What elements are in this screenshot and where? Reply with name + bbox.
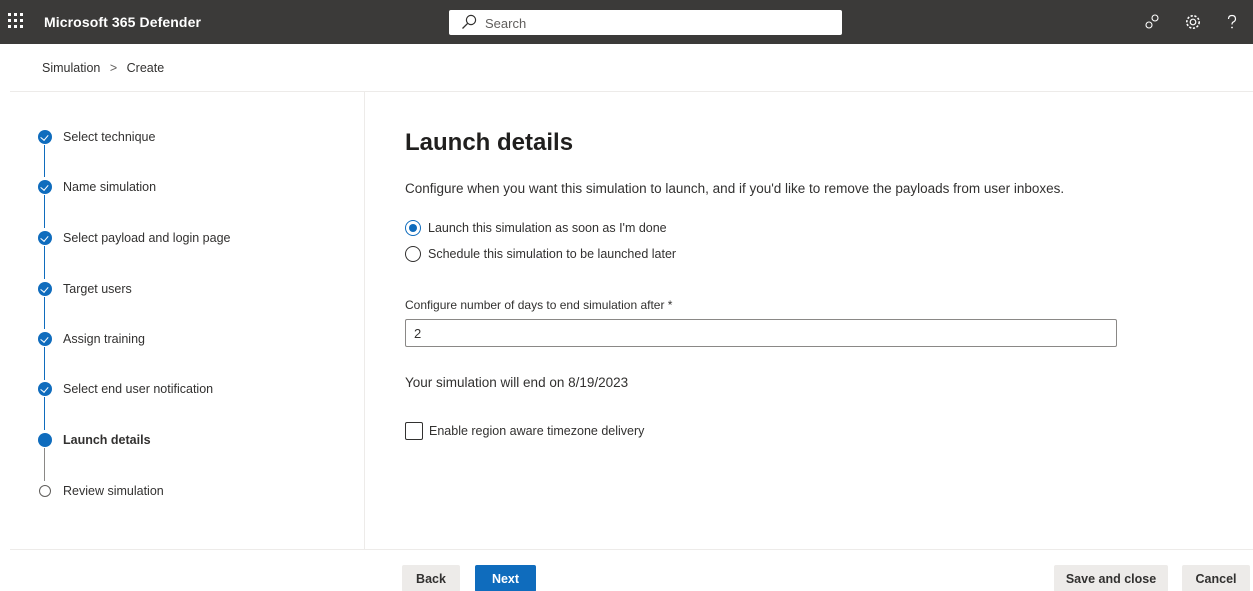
app-title[interactable]: Microsoft 365 Defender bbox=[44, 14, 201, 30]
cancel-button[interactable]: Cancel bbox=[1182, 565, 1250, 591]
header-divider bbox=[10, 91, 1253, 92]
breadcrumb-item-simulation[interactable]: Simulation bbox=[42, 61, 100, 75]
page-title: Launch details bbox=[405, 129, 574, 156]
check-circle-icon bbox=[38, 282, 52, 296]
step-select-payload[interactable]: Select payload and login page bbox=[38, 229, 231, 247]
breadcrumb-separator: > bbox=[109, 61, 118, 75]
breadcrumb: Simulation > Create bbox=[42, 61, 164, 75]
checkbox-label[interactable]: Enable region aware timezone delivery bbox=[429, 424, 644, 438]
step-label: Assign training bbox=[63, 332, 145, 346]
help-question-icon[interactable] bbox=[1222, 12, 1242, 32]
step-connector bbox=[44, 246, 45, 279]
step-connector bbox=[44, 297, 45, 329]
radio-label[interactable]: Launch this simulation as soon as I'm do… bbox=[428, 221, 667, 235]
check-circle-icon bbox=[38, 130, 52, 144]
step-label: Review simulation bbox=[63, 484, 164, 498]
breadcrumb-item-create: Create bbox=[126, 61, 165, 75]
step-end-user-notification[interactable]: Select end user notification bbox=[38, 380, 213, 398]
region-timezone-checkbox[interactable]: Enable region aware timezone delivery bbox=[405, 422, 644, 440]
step-select-technique[interactable]: Select technique bbox=[38, 128, 155, 146]
top-bar: Microsoft 365 Defender Search bbox=[0, 0, 1253, 44]
settings-gear-icon[interactable] bbox=[1183, 12, 1203, 32]
radio-label[interactable]: Schedule this simulation to be launched … bbox=[428, 247, 676, 261]
search-box[interactable]: Search bbox=[449, 10, 842, 35]
check-circle-icon bbox=[38, 332, 52, 346]
step-connector bbox=[44, 448, 45, 481]
days-input[interactable] bbox=[405, 319, 1117, 347]
waffle-icon[interactable] bbox=[8, 13, 26, 31]
footer-divider bbox=[10, 549, 1253, 550]
step-label: Launch details bbox=[63, 433, 151, 447]
step-label: Select technique bbox=[63, 130, 156, 144]
step-name-simulation[interactable]: Name simulation bbox=[38, 178, 156, 196]
page-description: Configure when you want this simulation … bbox=[405, 181, 1065, 196]
community-icon[interactable] bbox=[1142, 12, 1162, 32]
step-assign-training[interactable]: Assign training bbox=[38, 330, 145, 348]
search-placeholder: Search bbox=[485, 16, 527, 31]
radio-unselected-icon[interactable] bbox=[405, 246, 421, 262]
radio-selected-icon[interactable] bbox=[405, 220, 421, 236]
next-button[interactable]: Next bbox=[475, 565, 536, 591]
save-and-close-button[interactable]: Save and close bbox=[1054, 565, 1168, 591]
step-connector bbox=[44, 347, 45, 380]
step-launch-details[interactable]: Launch details bbox=[38, 431, 151, 449]
step-connector bbox=[44, 145, 45, 177]
step-connector bbox=[44, 195, 45, 228]
step-label: Target users bbox=[63, 282, 132, 296]
search-icon bbox=[462, 14, 477, 29]
empty-circle-icon bbox=[39, 485, 51, 497]
check-circle-icon bbox=[38, 382, 52, 396]
radio-launch-now[interactable]: Launch this simulation as soon as I'm do… bbox=[405, 220, 667, 236]
back-button[interactable]: Back bbox=[402, 565, 460, 591]
step-label: Select end user notification bbox=[63, 382, 214, 396]
check-circle-icon bbox=[38, 231, 52, 245]
step-label: Select payload and login page bbox=[63, 231, 231, 245]
days-field-label: Configure number of days to end simulati… bbox=[405, 298, 673, 312]
check-circle-icon bbox=[38, 180, 52, 194]
checkbox-box-icon[interactable] bbox=[405, 422, 423, 440]
step-review-simulation[interactable]: Review simulation bbox=[38, 482, 164, 500]
panel-divider bbox=[364, 92, 365, 549]
radio-schedule-later[interactable]: Schedule this simulation to be launched … bbox=[405, 246, 676, 262]
simulation-end-text: Your simulation will end on 8/19/2023 bbox=[405, 375, 629, 390]
step-target-users[interactable]: Target users bbox=[38, 280, 132, 298]
step-connector bbox=[44, 397, 45, 430]
step-label: Name simulation bbox=[63, 180, 157, 194]
current-step-dot-icon bbox=[38, 433, 52, 447]
